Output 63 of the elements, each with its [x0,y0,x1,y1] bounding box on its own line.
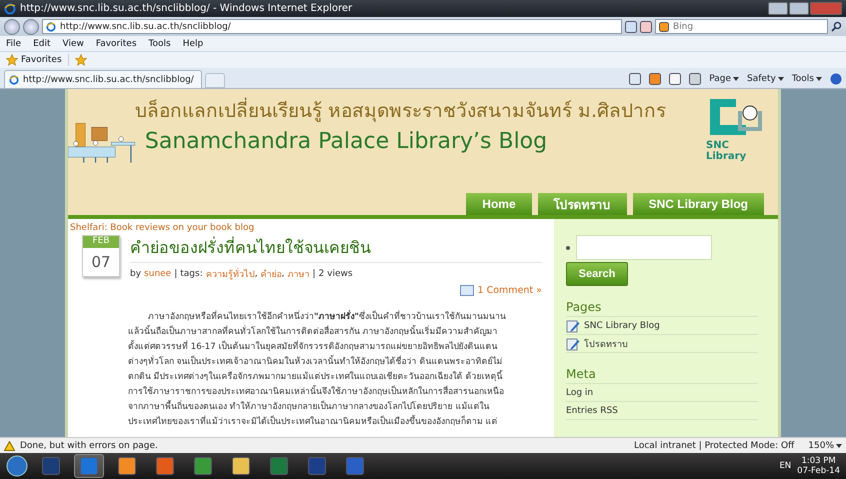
clock[interactable]: 1:03 PM 07-Feb-14 [797,456,840,476]
edit-page-icon [566,336,580,350]
separator: , [282,269,284,279]
star-icon [6,54,18,66]
blog-title: Sanamchandra Palace Library’s Blog [144,128,548,154]
browser-logo-icon [46,22,56,32]
edit-page-icon [566,318,580,332]
comment-icon [460,285,474,296]
author-link[interactable]: sunee [144,269,172,279]
menu-item[interactable]: Edit [33,38,50,48]
address-field[interactable]: http://www.snc.lib.su.ac.th/snclibblog/ [42,19,622,34]
browser-logo-icon [9,74,19,84]
blog-thai-title: บล็อกแลกเปลี่ยนเรียนรู้ หอสมุดพระราชวังสนามจันทร์ ม.ศิลปากร [134,95,706,125]
search-field[interactable]: Bing [655,19,828,34]
post-body: ภาษาอังกฤษหรือที่คนไทยเราใช้อีกคำหนึ่งว่า"ภาษาฝรั่ง"ซึ่งเป็นคำที่ชาวบ้านเราใช้กันมานมนาน แล้วนั้นถือเป็นภาษาสากลที่คนทั่วโลกใช้ในการติดต่อสื่อสารกัน ภาษาอังกฤษนั้นเริ่มมีความสำคัญมา ตั้งแต่ศตวรรษที่ 16-17 เป็นต้นมาในยุคสมัยที่จักรวรรดิอังกฤษสามารถแผ่ขยายอิทธิพลไปยังดินแดน ต่างๆทั่วโลก จนเป็นประเทศเจ้าอาณานิคมในห้วงเวลานั้นทำให้อังกฤษได้ชื่อว่า ดินแดนพระอาทิตย์ไม่ ตกดิน มีประเทศต่างๆในเครือจักรภพมากมายแม้แต่ประเทศในแถบเอเชียตะวันออกเฉียงใต้ ด้วยเหตุนี้ การใช้ภาษาราชการของประเทศอาณานิคมเหล่านั้นจึงใช้ภาษาอังกฤษเป็นหลักในการสื่อสารนอกเหนือ จากภาษาพื้นถิ่นของตนเอง ทำให้ภาษาอังกฤษกลายเป็นภาษากลางของโลกไปโดยปริยาย แม้แต่ใน ประเทศไทยของเราที่แม้ว่าเราจะมิได้เป็นประเทศในอาณานิคมหรือเป็นเมืองขึ้นของอังกฤษก็ตาม แต่ [128,310,507,429]
tag-link[interactable]: คำย่อ [260,267,282,281]
add-favorite-icon [74,54,87,66]
zoom-level[interactable]: 150% [808,440,842,450]
post-title[interactable]: คำย่อของฝรั่งที่คนไทยใช้จนเคยชิน [130,235,542,263]
search-icon[interactable] [831,21,842,32]
browser-tab[interactable]: http://www.snc.lib.su.ac.th/snclibblog/ [4,70,202,88]
sidebar-heading: Pages [566,286,758,317]
language-indicator[interactable]: EN [779,461,792,471]
search-input[interactable] [576,235,712,260]
logo-text: SNC Library [706,140,748,162]
command-menu[interactable]: Safety [747,74,784,84]
meta-link[interactable]: Log in [566,384,758,402]
view-count: 2 views [318,269,353,279]
byline-label: by [130,269,142,279]
maximize-button[interactable] [789,2,809,15]
caret-icon [816,77,822,81]
tags-label: tags: [180,269,203,279]
separator: | [174,269,178,279]
favorites-button[interactable]: Favorites [6,54,69,66]
tag-link[interactable]: ภาษา [288,267,310,281]
menu-item[interactable]: Favorites [96,38,137,48]
menu-item[interactable]: Help [182,38,204,48]
command-menu[interactable]: Page [709,74,740,84]
minimize-button[interactable] [768,2,788,15]
page-link[interactable]: โปรดทราบ [566,335,758,353]
command-menu[interactable]: Tools [792,74,822,84]
menu-item[interactable]: View [62,38,84,48]
comments-link[interactable]: 1 Comment » [478,285,542,296]
window-title: http://www.snc.lib.su.ac.th/snclibblog/ - Windows Internet Explorer [20,3,352,14]
separator: , [254,269,258,279]
warning-icon [4,440,15,450]
shelfari-link[interactable]: Shelfari: Book reviews on your book blog [68,221,542,235]
caret-icon [733,77,740,81]
back-button[interactable] [4,18,20,34]
separator: | [312,269,316,279]
caret-icon [836,444,842,448]
forward-button[interactable] [23,18,39,34]
date-badge: FEB 07 [82,235,120,277]
menu-item[interactable]: File [6,38,22,48]
meta-link[interactable]: Entries RSS [566,402,758,420]
browser-logo-icon [4,2,16,14]
security-zone: Local intranet | Protected Mode: Off [634,440,794,450]
page-link[interactable]: SNC Library Blog [566,317,758,335]
caret-icon [778,77,784,81]
status-text: Done, but with errors on page. [20,440,158,450]
tag-link[interactable]: ความรู้ทั่วไป [206,267,255,281]
sidebar-heading: Meta [566,353,758,384]
menu-item[interactable]: Tools [148,38,171,48]
